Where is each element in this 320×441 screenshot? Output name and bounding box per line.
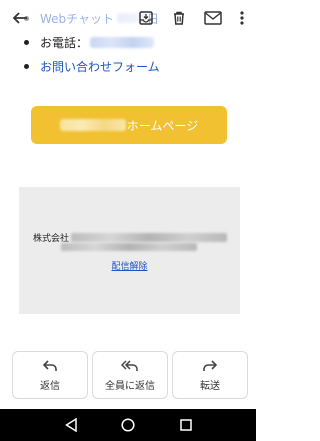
archive-icon[interactable] [134,6,158,30]
mail-icon[interactable] [201,6,225,30]
system-nav-bar [0,409,256,441]
homepage-button[interactable]: ホームページ [31,106,227,144]
nav-home-icon[interactable] [119,416,137,434]
redacted-text [59,119,126,131]
reply-all-icon [121,358,139,374]
reply-icon [42,358,58,374]
list-item[interactable]: お問い合わせフォーム [24,54,160,78]
email-content: Webチャット 日 お電話： お問い合わせフォーム ホームページ 株式会社 配信… [0,0,256,441]
redacted-text [71,233,228,242]
nav-back-icon[interactable] [62,416,80,434]
email-footer: 株式会社 配信解除 [19,187,240,314]
bullet [24,63,29,69]
phone-label: お電話： [40,35,89,50]
reply-button[interactable]: 返信 [12,351,88,399]
more-vert-icon[interactable] [230,6,254,30]
bullet [24,39,29,45]
contact-form-link[interactable]: お問い合わせフォーム [40,58,160,75]
back-arrow-icon[interactable] [8,6,32,30]
forward-label: 転送 [200,381,220,392]
reply-all-label: 全員に返信 [105,381,155,392]
homepage-button-label: ホームページ [126,118,199,133]
reply-all-button[interactable]: 全員に返信 [92,351,168,399]
forward-icon [202,358,218,374]
unsubscribe-link[interactable]: 配信解除 [19,259,240,272]
forward-button[interactable]: 転送 [172,351,248,399]
top-app-bar [0,0,256,36]
redacted-phone[interactable] [90,36,155,48]
nav-recents-icon[interactable] [177,416,195,434]
redacted-text [61,243,197,251]
reply-label: 返信 [40,381,60,392]
delete-icon[interactable] [167,6,191,30]
